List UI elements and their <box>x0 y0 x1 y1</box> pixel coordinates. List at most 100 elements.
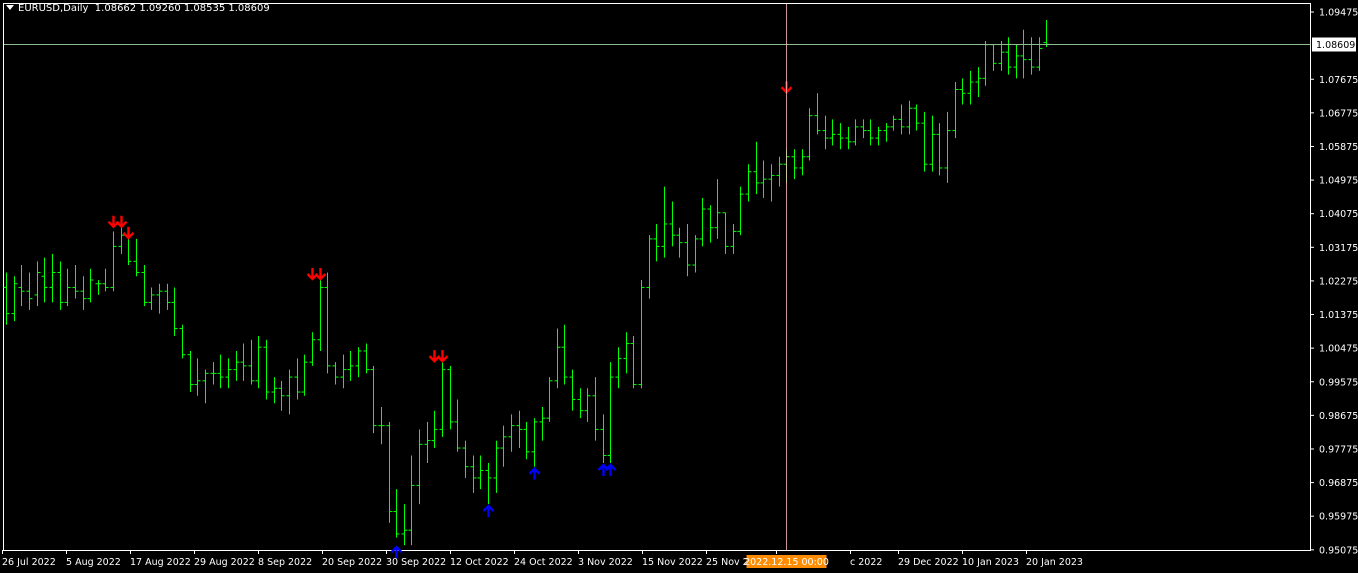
ohlc-bar <box>255 336 262 389</box>
ohlc-bar <box>324 272 331 374</box>
time-tick-label: 20 Jan 2023 <box>1026 557 1083 568</box>
ohlc-bar <box>95 279 102 295</box>
time-tick-label: 17 Aug 2022 <box>130 557 191 568</box>
ohlc-bar <box>447 365 454 430</box>
ohlc-bar <box>72 265 79 299</box>
ohlc-bar <box>523 421 530 460</box>
ohlc-bar <box>1036 37 1043 71</box>
ohlc-bar <box>890 115 897 131</box>
ohlc-bar <box>929 115 936 172</box>
crosshair-time-label: 2022.12.15 00:00 <box>744 557 829 568</box>
ohlc-bar <box>386 421 393 523</box>
ohlc-bar <box>967 70 974 105</box>
price-tick-label: 1.09475 <box>1319 8 1358 19</box>
ohlc-bar <box>944 111 951 183</box>
ohlc-bar <box>630 336 637 389</box>
ohlc-bar <box>248 339 255 385</box>
ohlc-bar <box>867 119 874 146</box>
ohlc-bar <box>661 186 668 258</box>
time-tick-label: 20 Sep 2022 <box>322 557 382 568</box>
ohlc-bar <box>3 272 10 325</box>
time-tick-label: 29 Dec 2022 <box>898 557 959 568</box>
ohlc-bar <box>714 179 721 239</box>
price-tick-label: 0.98675 <box>1319 411 1358 422</box>
ohlc-bar <box>822 115 829 150</box>
ohlc-bar <box>141 265 148 307</box>
price-tick-label: 1.07675 <box>1319 75 1358 86</box>
ohlc-bar <box>936 123 943 176</box>
ohlc-bar <box>263 339 270 400</box>
ohlc-bar <box>837 123 844 150</box>
ohlc-bar <box>370 365 377 434</box>
ohlc-bar <box>470 455 477 493</box>
time-tick-label: 30 Sep 2022 <box>386 557 446 568</box>
ohlc-bar <box>906 100 913 135</box>
ohlc-bar <box>990 44 997 71</box>
ohlc-bar <box>561 324 568 385</box>
ohlc-bar <box>737 186 744 236</box>
ohlc-bar <box>1013 44 1020 79</box>
time-tick-label: 15 Nov 2022 <box>642 557 703 568</box>
time-axis: 26 Jul 2022 5 Aug 2022 17 Aug 2022 29 Aug 2… <box>2 550 1083 568</box>
ohlc-bar <box>699 197 706 247</box>
ohlc-bar <box>340 354 347 389</box>
ohlc-bar <box>202 369 209 404</box>
ohlc-bar <box>164 283 171 310</box>
symbol-label: EURUSD,Daily <box>18 3 89 14</box>
ohlc-bar <box>301 354 308 396</box>
ohlc-bar <box>210 362 217 385</box>
ohlc-bar <box>646 235 653 299</box>
ohlc-bar <box>454 399 461 452</box>
time-tick-label: 5 Aug 2022 <box>66 557 121 568</box>
ohlc-bar <box>814 93 821 135</box>
current-price-label: 1.08609 <box>1316 40 1355 51</box>
ohlc-bar <box>118 227 125 254</box>
ohlc-bar <box>669 201 676 247</box>
ohlc-bar <box>921 111 928 172</box>
ohlc-bar <box>225 358 232 389</box>
buy-arrow-icon <box>528 467 541 480</box>
price-tick-label: 1.02275 <box>1319 276 1358 287</box>
ohlc-bar <box>554 328 561 389</box>
time-tick-label: 26 Jul 2022 <box>2 557 56 568</box>
ohlc-bar <box>531 418 538 467</box>
ohlc-bar <box>653 223 660 262</box>
dropdown-triangle-icon[interactable] <box>6 5 14 10</box>
ohlc-bar <box>546 377 553 422</box>
price-axis: 1.09475 1.07675 1.06775 1.05875 1.04975 1.040… <box>1310 8 1358 556</box>
ohlc-bar <box>799 149 806 176</box>
ohlc-bar <box>638 279 645 389</box>
price-tick-label: 0.95975 <box>1319 512 1358 523</box>
ohlc-bar <box>791 149 798 180</box>
ohlc-bar <box>41 257 48 303</box>
ohlc-bar <box>913 104 920 131</box>
ohlc-bar <box>393 489 400 538</box>
ohlc-bar <box>852 119 859 146</box>
price-tick-label: 1.05875 <box>1319 142 1358 153</box>
time-tick-label: 24 Oct 2022 <box>514 557 573 568</box>
ohlc-bar <box>845 126 852 150</box>
ohlc-bar <box>87 268 94 303</box>
price-chart[interactable]: 1.09475 1.07675 1.06775 1.05875 1.04975 1.040… <box>0 0 1358 573</box>
ohlc-bar <box>875 126 882 146</box>
price-tick-label: 1.00475 <box>1319 344 1358 355</box>
ohlc-bar <box>317 279 324 351</box>
ohlc-bar <box>18 265 25 307</box>
ohlc-bar <box>278 380 285 411</box>
ohlc-bar <box>240 343 247 381</box>
ohlc-bar <box>347 350 354 381</box>
time-tick-label: 29 Aug 2022 <box>194 557 255 568</box>
price-tick-label: 0.95075 <box>1319 545 1358 556</box>
time-tick-label: 10 Jan 2023 <box>962 557 1019 568</box>
price-tick-label: 1.04975 <box>1319 176 1358 187</box>
ohlc-bar <box>309 332 316 366</box>
time-tick-label: 3 Nov 2022 <box>578 557 633 568</box>
ohlc-bar <box>171 287 178 337</box>
ohlc-bar <box>952 82 959 139</box>
ohlc-bar <box>676 227 683 258</box>
price-tick-label: 0.99575 <box>1319 377 1358 388</box>
ohlc-bar <box>600 414 607 463</box>
ohlc-bar <box>26 272 33 310</box>
ohlc-bar <box>615 347 622 389</box>
time-tick-label: c 2022 <box>850 557 882 568</box>
